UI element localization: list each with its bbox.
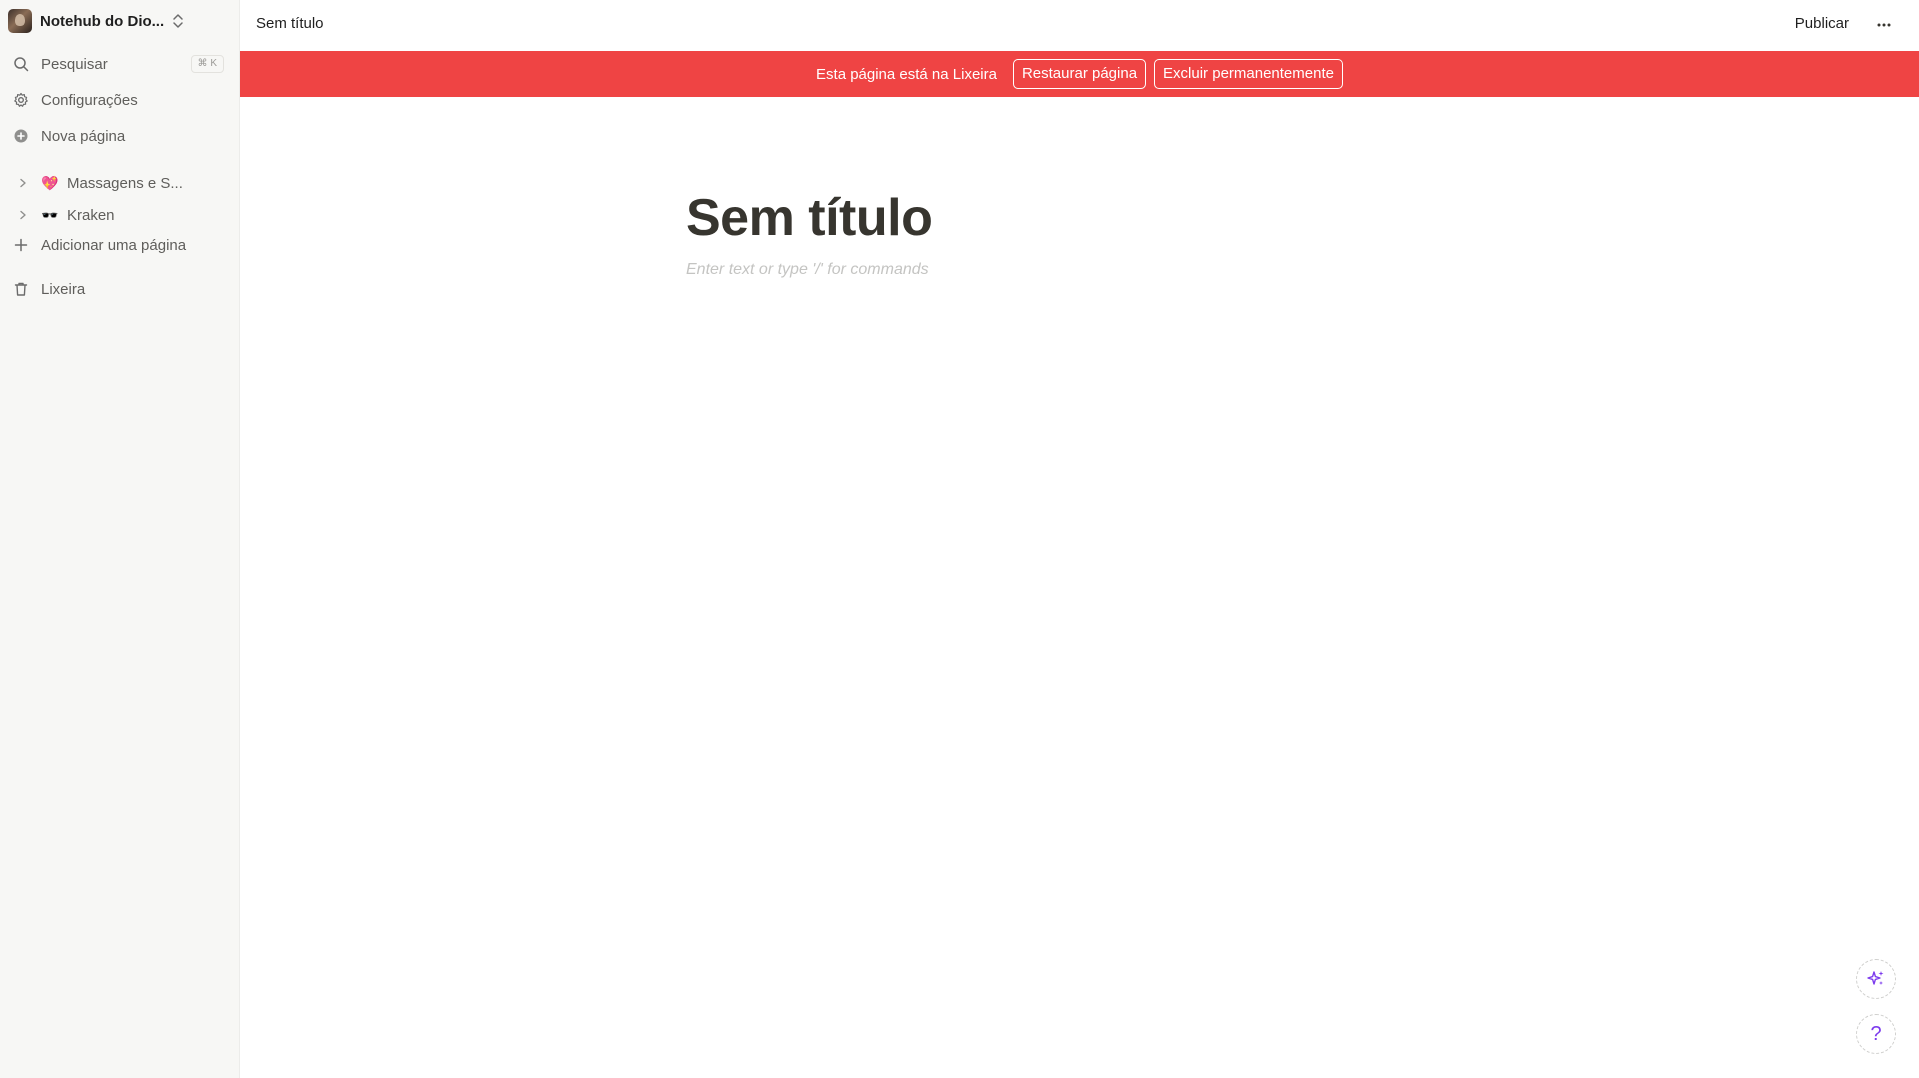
plus-circle-icon [12,127,30,145]
restore-page-button[interactable]: Restaurar página [1012,59,1147,89]
chevron-right-icon[interactable] [14,174,32,192]
plus-icon [12,236,30,254]
sidebar-item-new-page[interactable]: Nova página [8,122,232,150]
sidebar-item-settings[interactable]: Configurações [8,86,232,114]
delete-permanently-button[interactable]: Excluir permanentemente [1154,59,1343,89]
page-title[interactable]: Sem título [686,188,933,248]
topbar: Sem título Publicar [240,0,1919,51]
page-tree-item[interactable]: 💖 Massagens e S... [14,170,232,196]
trash-banner: Esta página está na Lixeira Restaurar pá… [240,51,1919,97]
breadcrumb[interactable]: Sem título [256,15,324,32]
sidebar-item-label: Pesquisar [41,55,108,73]
sidebar-item-trash[interactable]: Lixeira [8,275,232,303]
page-emoji-icon: 💖 [41,174,59,191]
sidebar: Notehub do Dio... Pesquisar ⌘ K Configur… [0,0,240,1078]
workspace-switcher[interactable]: Notehub do Dio... [8,8,188,34]
sparkles-icon [1867,971,1884,985]
page-tree-item[interactable]: 🕶️ Kraken [14,202,232,228]
help-button[interactable]: ? [1856,1014,1896,1054]
ai-assistant-button[interactable] [1856,959,1896,999]
more-options-icon[interactable] [1873,14,1895,36]
trash-banner-text: Esta página está na Lixeira [816,65,997,83]
chevron-right-icon[interactable] [14,206,32,224]
gear-icon [12,91,30,109]
help-icon: ? [1870,1022,1882,1045]
app-window: Notehub do Dio... Pesquisar ⌘ K Configur… [0,0,1919,1078]
publish-button[interactable]: Publicar [1795,15,1849,32]
page-tree-label: Massagens e S... [67,174,183,192]
sidebar-item-label: Configurações [41,91,138,109]
sidebar-item-label: Nova página [41,127,126,145]
trash-icon [12,280,30,298]
sidebar-item-add-page[interactable]: Adicionar uma página [8,231,232,259]
page-emoji-icon: 🕶️ [41,206,59,223]
workspace-avatar [8,9,32,33]
search-icon [12,55,30,73]
page-tree-label: Kraken [67,206,115,224]
chevron-up-down-icon [173,14,183,28]
sidebar-item-label: Lixeira [41,280,86,298]
search-shortcut-badge: ⌘ K [190,55,224,73]
sidebar-item-search[interactable]: Pesquisar ⌘ K [8,50,232,78]
workspace-name: Notehub do Dio... [40,12,165,30]
sidebar-item-label: Adicionar uma página [41,236,187,254]
page-body-placeholder[interactable]: Enter text or type '/' for commands [686,261,929,279]
